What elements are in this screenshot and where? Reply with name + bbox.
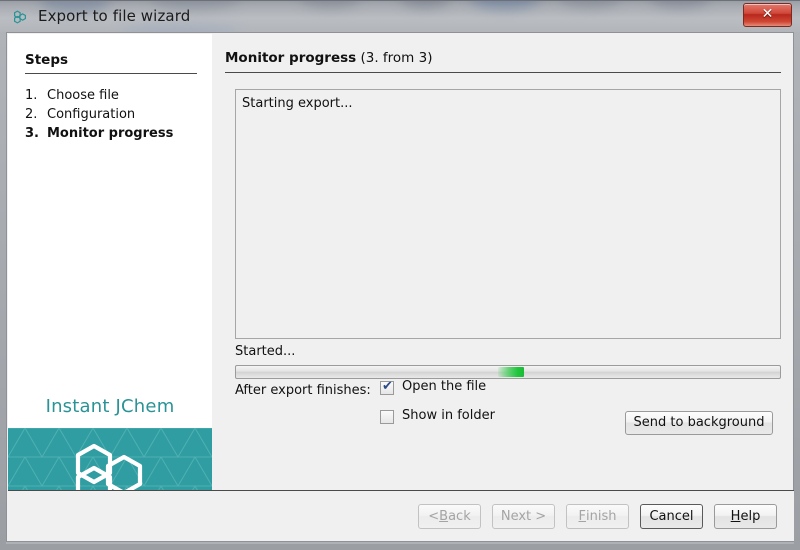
sidebar-step-3[interactable]: 3. Monitor progress xyxy=(25,126,173,141)
finish-mnemonic: F xyxy=(578,509,586,524)
step-label: Configuration xyxy=(47,107,136,122)
wizard-client-area: Steps 1. Choose file 2. Configuration 3. Mo… xyxy=(6,32,794,542)
cancel-post: ancel xyxy=(658,509,694,524)
next-button[interactable]: Next > xyxy=(492,504,555,529)
desktop-blur-smudge xyxy=(560,1,620,8)
back-button[interactable]: < Back xyxy=(418,504,481,529)
page-title-bold: Monitor progress xyxy=(225,50,357,66)
step-number: 2. xyxy=(25,107,38,122)
steps-sidebar: Steps 1. Choose file 2. Configuration 3. Mo… xyxy=(8,34,212,490)
step-label: Choose file xyxy=(47,88,119,103)
page-title-step: (3. from 3) xyxy=(356,50,433,66)
next-post: ext > xyxy=(510,509,547,524)
progress-bar-chunk xyxy=(498,367,524,377)
desktop-blur-smudge xyxy=(470,1,540,9)
help-button[interactable]: Help xyxy=(714,504,777,529)
log-text: Starting export... xyxy=(242,96,353,111)
title-bar[interactable]: Export to file wizard ✕ xyxy=(0,0,800,32)
cancel-mnemonic: C xyxy=(649,509,659,524)
help-mnemonic: H xyxy=(730,509,741,524)
checkbox-label: Show in folder xyxy=(402,408,495,423)
send-to-background-button[interactable]: Send to background xyxy=(625,411,773,435)
close-icon: ✕ xyxy=(761,6,774,22)
sidebar-step-2[interactable]: 2. Configuration xyxy=(25,107,135,122)
close-button[interactable]: ✕ xyxy=(743,3,792,27)
main-content: Monitor progress (3. from 3) Starting ex… xyxy=(212,34,793,490)
finish-post: inish xyxy=(586,509,617,524)
progress-bar xyxy=(235,365,781,379)
after-export-label: After export finishes: xyxy=(235,383,371,398)
checkbox-box[interactable] xyxy=(380,410,394,424)
checkbox-label: Open the file xyxy=(402,379,487,394)
desktop-blur-smudge xyxy=(300,1,360,8)
brand-name: Instant JChem xyxy=(45,396,175,417)
steps-heading-rule xyxy=(25,73,197,74)
export-wizard-window: Export to file wizard ✕ Steps 1. Choose f… xyxy=(0,0,800,550)
back-post: ack xyxy=(448,509,471,524)
finish-button[interactable]: Finish xyxy=(566,504,629,529)
steps-heading: Steps xyxy=(25,52,69,68)
step-number: 1. xyxy=(25,88,38,103)
page-title-rule xyxy=(225,72,781,73)
status-text: Started... xyxy=(235,344,296,359)
desktop-blur-smudge xyxy=(650,1,710,8)
desktop-blur-smudge xyxy=(400,1,450,8)
help-post: elp xyxy=(740,509,761,524)
checkbox-box[interactable]: ✔ xyxy=(380,379,394,395)
check-icon: ✔ xyxy=(382,379,393,394)
wizard-footer: < Back Next > Finish Cancel Help xyxy=(8,491,794,541)
desktop-blur-smudge xyxy=(120,25,240,32)
sidebar-step-1[interactable]: 1. Choose file xyxy=(25,88,119,103)
jchem-molecule-icon xyxy=(14,10,27,24)
back-pre: < xyxy=(428,509,440,524)
page-title: Monitor progress (3. from 3) xyxy=(225,50,432,66)
step-label: Monitor progress xyxy=(47,126,174,141)
export-log-area[interactable]: Starting export... xyxy=(235,89,781,339)
window-title: Export to file wizard xyxy=(38,7,191,25)
back-mnemonic: B xyxy=(439,509,449,524)
cancel-button[interactable]: Cancel xyxy=(640,504,703,529)
next-mnemonic: N xyxy=(500,509,511,524)
step-number: 3. xyxy=(25,126,39,141)
